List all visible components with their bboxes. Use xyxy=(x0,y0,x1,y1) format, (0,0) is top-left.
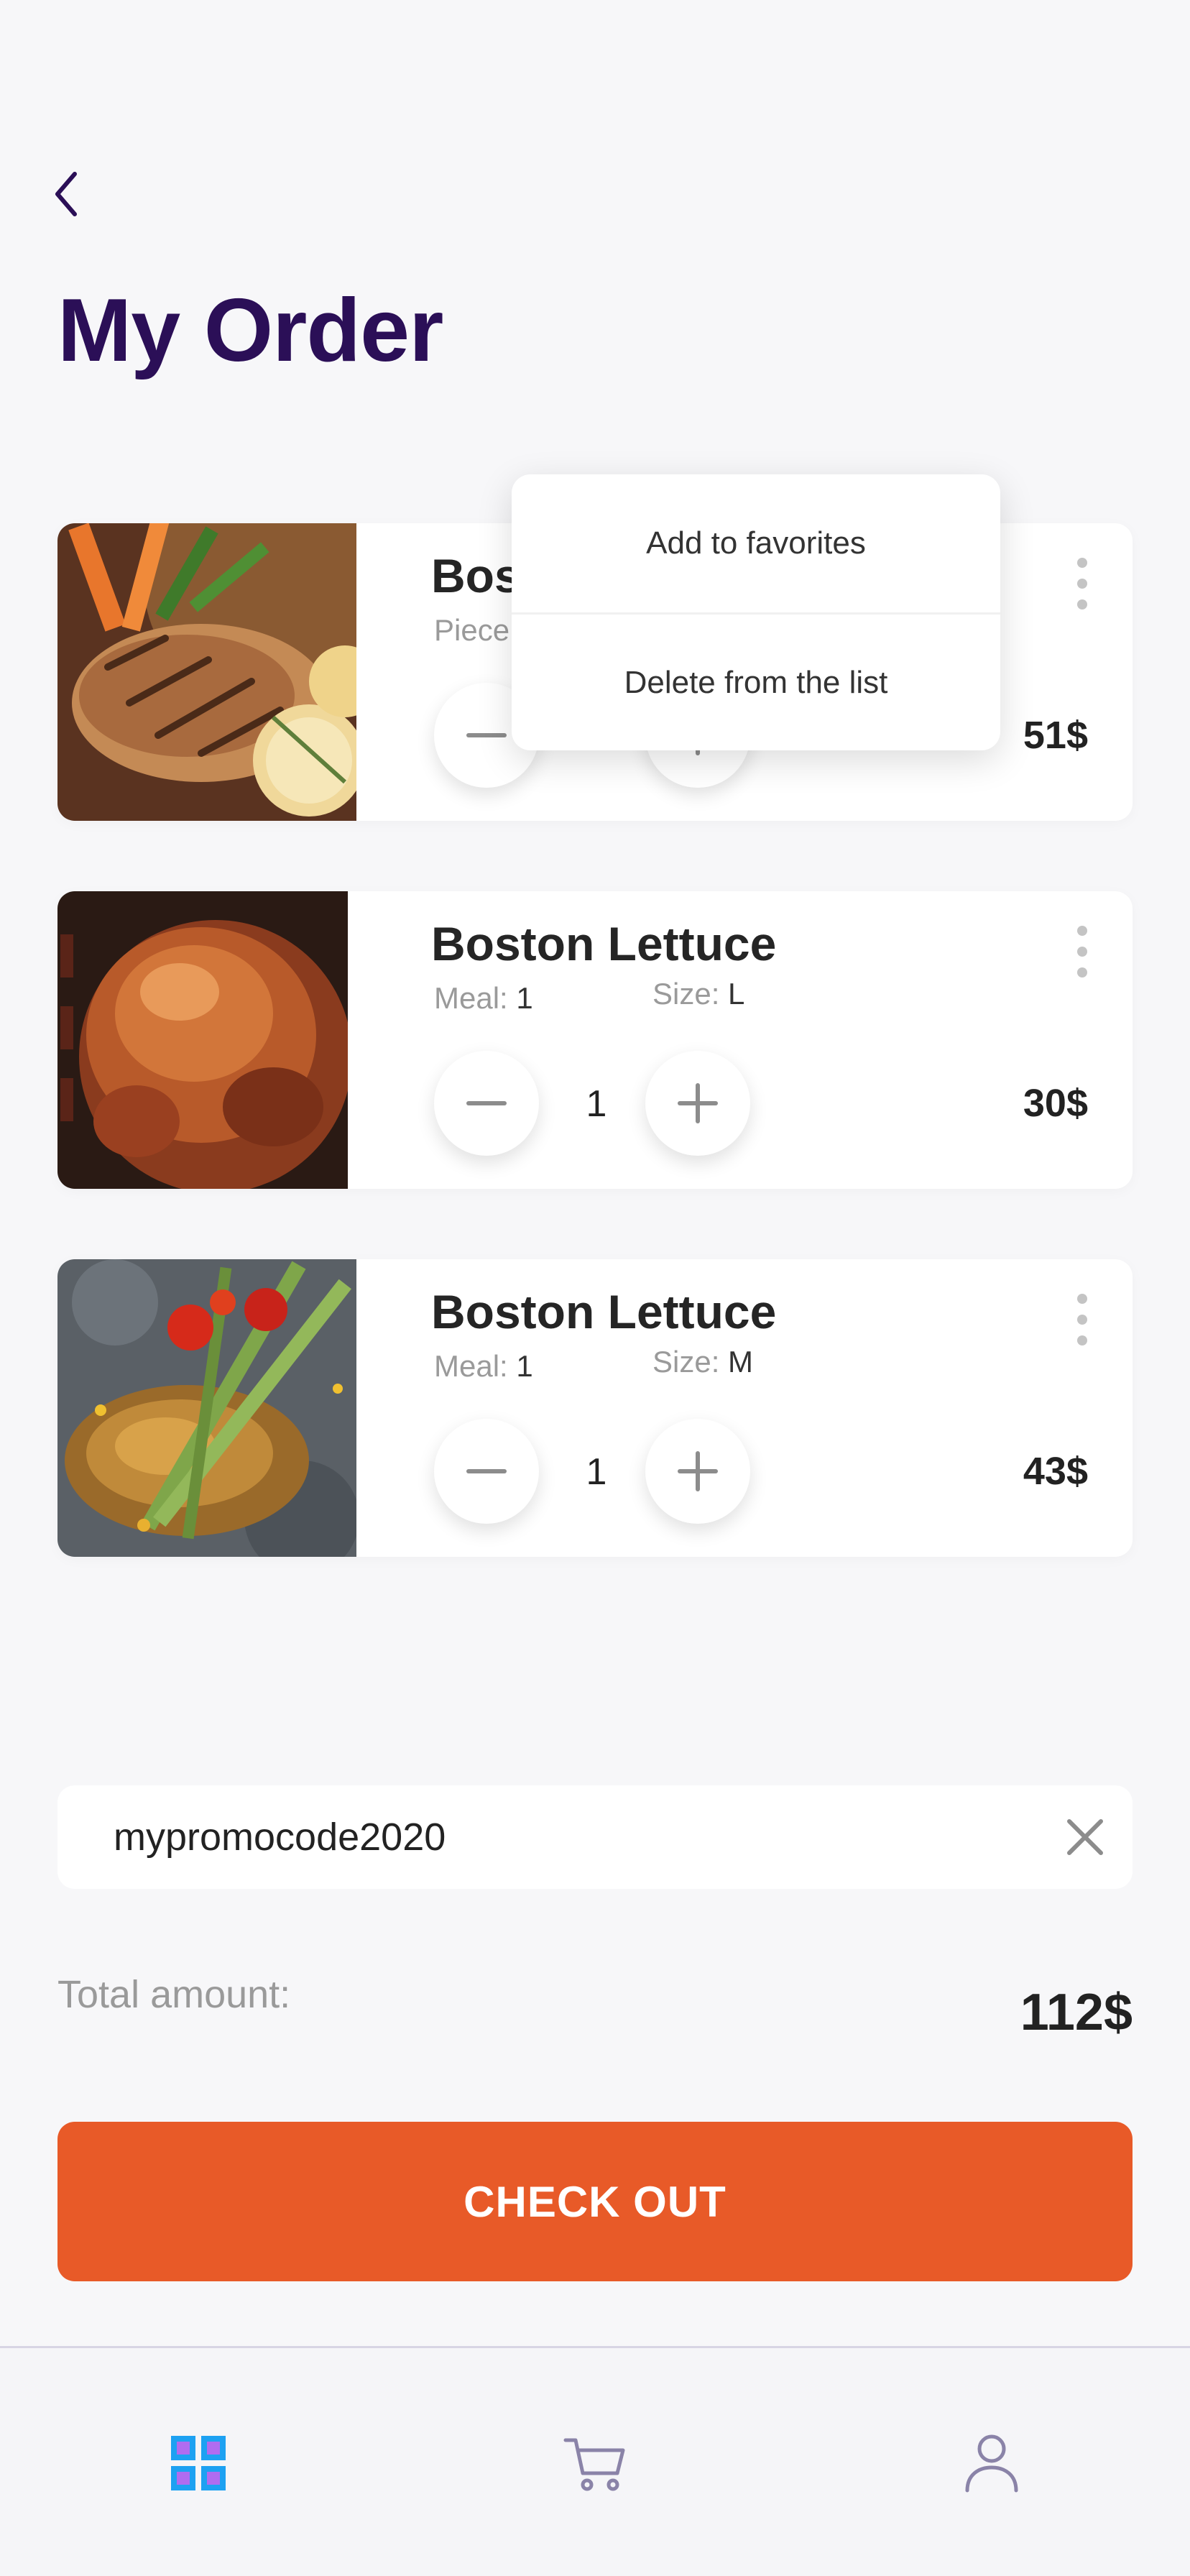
kebab-dot-icon xyxy=(1077,1335,1087,1346)
cart-icon xyxy=(563,2438,625,2491)
grid-icon xyxy=(171,2436,226,2490)
item-name: Boston Lettuce xyxy=(431,917,777,970)
item-image-chicken-asparagus xyxy=(57,1259,356,1557)
back-button[interactable] xyxy=(45,165,88,223)
promo-code-field xyxy=(57,1785,1133,1889)
more-options-button[interactable] xyxy=(1068,1291,1097,1348)
total-amount-label: Total amount: xyxy=(57,1973,291,2016)
checkout-button[interactable]: CHECK OUT xyxy=(57,2122,1133,2281)
meal-label: Meal: xyxy=(434,981,508,1015)
kebab-dot-icon xyxy=(1077,558,1087,568)
nav-profile[interactable] xyxy=(956,2427,1028,2499)
item-name: Bos xyxy=(431,549,521,602)
item-image-roasted-chicken xyxy=(57,891,356,1189)
item-size: Size: L xyxy=(652,979,744,1009)
kebab-dot-icon xyxy=(1077,926,1087,936)
kebab-dot-icon xyxy=(1077,1294,1087,1304)
item-context-menu: Add to favorites Delete from the list xyxy=(512,474,1000,750)
size-value: M xyxy=(728,1345,754,1379)
bottom-navigation xyxy=(0,2346,1190,2576)
nav-home[interactable] xyxy=(162,2427,234,2499)
kebab-dot-icon xyxy=(1077,947,1087,957)
promo-code-input[interactable] xyxy=(114,1785,976,1889)
meal-value: 1 xyxy=(516,981,533,1015)
order-item-card: Boston Lettuce Meal: 1 Size: M 1 43$ xyxy=(57,1259,1133,1557)
item-price: 30$ xyxy=(1023,1082,1088,1125)
clear-promo-button[interactable] xyxy=(1064,1816,1107,1859)
chevron-left-icon xyxy=(55,172,77,216)
order-item-card: Boston Lettuce Meal: 1 Size: L 1 30$ xyxy=(57,891,1133,1189)
total-amount-value: 112$ xyxy=(1020,1984,1133,2041)
decrease-quantity-button[interactable] xyxy=(434,1051,539,1156)
minus-icon xyxy=(466,1469,507,1473)
item-price: 51$ xyxy=(1023,714,1088,757)
meal-value: 1 xyxy=(516,1349,533,1383)
page-title: My Order xyxy=(57,281,443,380)
item-size: Size: M xyxy=(652,1347,753,1377)
size-label: Size: xyxy=(652,1345,720,1379)
minus-icon xyxy=(466,1101,507,1105)
kebab-dot-icon xyxy=(1077,579,1087,589)
plus-icon xyxy=(678,1083,718,1123)
kebab-dot-icon xyxy=(1077,967,1087,978)
item-quantity: 1 xyxy=(586,1083,607,1125)
kebab-dot-icon xyxy=(1077,1315,1087,1325)
kebab-dot-icon xyxy=(1077,599,1087,610)
increase-quantity-button[interactable] xyxy=(645,1419,750,1524)
meal-label: Meal: xyxy=(434,1349,508,1383)
menu-item-add-to-favorites[interactable]: Add to favorites xyxy=(512,474,1000,612)
size-value: L xyxy=(728,977,745,1011)
plus-icon xyxy=(678,1451,718,1491)
minus-icon xyxy=(466,733,507,737)
increase-quantity-button[interactable] xyxy=(645,1051,750,1156)
item-name: Boston Lettuce xyxy=(431,1285,777,1338)
item-quantity: 1 xyxy=(586,1451,607,1493)
nav-cart[interactable] xyxy=(559,2427,631,2499)
item-meta-label: Piece xyxy=(434,613,510,647)
item-meal: Meal: 1 xyxy=(434,1351,533,1381)
menu-item-delete-from-list[interactable]: Delete from the list xyxy=(512,612,1000,750)
more-options-button[interactable] xyxy=(1068,923,1097,980)
close-icon xyxy=(1067,1819,1103,1855)
more-options-button[interactable] xyxy=(1068,555,1097,612)
item-image-grilled-chicken xyxy=(57,523,356,821)
decrease-quantity-button[interactable] xyxy=(434,1419,539,1524)
profile-icon xyxy=(965,2434,1018,2493)
size-label: Size: xyxy=(652,977,720,1011)
item-price: 43$ xyxy=(1023,1450,1088,1493)
item-meal: Meal: 1 xyxy=(434,983,533,1013)
